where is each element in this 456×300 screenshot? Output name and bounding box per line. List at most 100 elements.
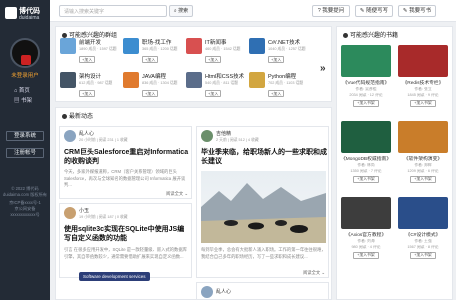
- book-title[interactable]: 《MongoDB权威指南》: [341, 155, 391, 162]
- group-item[interactable]: Html和CSS技术 540 成员 · 811 话题 +加入: [186, 72, 248, 104]
- read-more-link[interactable]: 阅读全文 ⌄: [303, 270, 325, 276]
- book-title[interactable]: 《Axios官方教程》: [341, 231, 391, 238]
- book-meta: 1845 阅读 · 9 评论: [407, 93, 439, 97]
- post-cover-image[interactable]: [201, 171, 326, 243]
- join-group-button[interactable]: +加入: [142, 90, 159, 97]
- book-meta: 980 阅读 · 4 评论: [351, 245, 381, 249]
- group-meta: 365 成员 · 1200 话题: [142, 47, 178, 51]
- feed-panel-title: 最新动态: [62, 111, 93, 120]
- join-group-button[interactable]: +加入: [205, 90, 222, 97]
- post-title[interactable]: 使用sqlite3c实现在SQLite中使用JS编写自定义函数的功能: [64, 225, 190, 243]
- sidebar-item-home[interactable]: ⌂ 首页: [14, 86, 30, 94]
- search-input[interactable]: 请输入搜索关键字: [59, 5, 167, 17]
- author-name[interactable]: 吉他精: [216, 130, 231, 137]
- join-group-button[interactable]: +加入: [205, 56, 222, 63]
- footer-police[interactable]: 京公网安备 xxxxxxxxxxxx号: [2, 206, 48, 218]
- write-post-button[interactable]: ✎ 随便写写: [355, 5, 393, 17]
- group-name[interactable]: 架构设计: [79, 72, 101, 80]
- tooltip: Software development services: [79, 272, 150, 281]
- group-name[interactable]: 前端开发: [79, 38, 101, 46]
- book-title[interactable]: 《C#设计模式》: [398, 231, 448, 238]
- site-logo[interactable]: 博代码 duidaima: [5, 6, 47, 22]
- avatar[interactable]: [64, 207, 76, 219]
- sidebar-item-bookshelf[interactable]: ▤ 书架: [14, 96, 32, 104]
- groups-icon: [62, 32, 67, 38]
- feed-card[interactable]: 小玉 19 小时前 | 阅读 187 | 0 收藏 使用sqlite3c实现在S…: [59, 203, 192, 278]
- login-button[interactable]: 登录系统: [6, 131, 44, 141]
- edit-icon: ✎: [359, 8, 365, 14]
- add-to-shelf-button[interactable]: +加入书架: [353, 252, 379, 259]
- book-title[interactable]: 《Redis技术专栏》: [398, 79, 448, 86]
- group-item[interactable]: Python编程 702 成员 · 1103 话题 +加入: [249, 72, 311, 104]
- post-meta: 19 小时前 | 阅读 187 | 0 收藏: [79, 215, 128, 219]
- book-meta: 1350 阅读 · 7 评论: [350, 169, 382, 173]
- more-groups-arrow-icon[interactable]: »: [320, 63, 326, 74]
- book-title[interactable]: 《软件架构演变》: [398, 155, 448, 162]
- join-group-button[interactable]: +加入: [268, 90, 285, 97]
- group-name[interactable]: IT新闻事: [205, 38, 226, 46]
- add-to-shelf-button[interactable]: +加入书架: [353, 100, 379, 107]
- join-group-button[interactable]: +加入: [79, 56, 96, 63]
- book-item[interactable]: 《Vue代码规范指南》 作者: 吴彦祖 2034 阅读 · 12 评论 +加入书架: [341, 45, 391, 107]
- book-item[interactable]: 《软件架构演变》 作者: 郑辉 1209 阅读 · 6 评论 +加入书架: [398, 121, 448, 183]
- post-title[interactable]: 毕业季来临，给职场新人的一些求职和成长建议: [201, 148, 327, 166]
- author-name[interactable]: 乱人心: [216, 288, 231, 295]
- add-to-shelf-button[interactable]: +加入书架: [353, 176, 379, 183]
- author-name[interactable]: 小玉: [79, 207, 89, 214]
- group-icon: [249, 72, 265, 88]
- book-cover[interactable]: [398, 45, 448, 77]
- book-item[interactable]: 《C#设计模式》 作者: 王强 1567 阅读 · 8 评论 +加入书架: [398, 197, 448, 259]
- group-name[interactable]: Html和CSS技术: [205, 72, 244, 80]
- avatar[interactable]: [64, 130, 76, 142]
- join-group-button[interactable]: +加入: [142, 56, 159, 63]
- book-title[interactable]: 《Vue代码规范指南》: [341, 79, 391, 86]
- read-more-link[interactable]: 阅读全文 ⌄: [166, 191, 188, 197]
- write-book-button[interactable]: ✎ 我要写书: [398, 5, 436, 17]
- ask-question-button[interactable]: ? 我要提问: [312, 5, 350, 17]
- group-name[interactable]: 职场-找工作: [142, 38, 171, 46]
- add-to-shelf-button[interactable]: +加入书架: [410, 252, 436, 259]
- group-item[interactable]: C#/.NET技术 1040 成员 · 1257 话题 +加入: [249, 38, 311, 70]
- group-icon: [123, 72, 139, 88]
- join-group-button[interactable]: +加入: [79, 90, 96, 97]
- book-cover[interactable]: [341, 45, 391, 77]
- add-to-shelf-button[interactable]: +加入书架: [410, 176, 436, 183]
- group-item[interactable]: 职场-找工作 365 成员 · 1200 话题 +加入: [123, 38, 185, 70]
- book-cover[interactable]: [341, 121, 391, 153]
- group-name[interactable]: Python编程: [268, 72, 296, 80]
- group-name[interactable]: JAVA编程: [142, 72, 166, 80]
- group-meta: 702 成员 · 1103 话题: [268, 81, 304, 85]
- question-icon: ?: [317, 8, 321, 14]
- search-button[interactable]: ⌕ 搜索: [169, 5, 193, 17]
- avatar[interactable]: [201, 286, 213, 298]
- group-item[interactable]: 前端开发 1890 成员 · 1597 话题 +加入: [60, 38, 122, 70]
- book-item[interactable]: 《MongoDB权威指南》 作者: 林尚 1350 阅读 · 7 评论 +加入书架: [341, 121, 391, 183]
- post-title[interactable]: CRM巨头Salesforce重启对Informatica的收购谈判: [64, 148, 190, 166]
- feed-card[interactable]: 乱人心 20 小时前 | 阅读 231 | 1 收藏 CRM巨头Salesfor…: [59, 126, 192, 199]
- group-item[interactable]: JAVA编程 836 成员 · 1304 话题 +加入: [123, 72, 185, 104]
- top-bar: 请输入搜索关键字 ⌕ 搜索 ? 我要提问 ✎ 随便写写 ✎ 我要写书: [50, 0, 456, 22]
- home-icon: ⌂: [14, 88, 18, 94]
- book-author: 作者: 张立: [414, 87, 432, 91]
- logo-subtext: duidaima: [19, 15, 40, 21]
- feed-card[interactable]: 乱人心: [196, 282, 329, 300]
- book-cover[interactable]: [341, 197, 391, 229]
- join-group-button[interactable]: +加入: [268, 56, 285, 63]
- group-item[interactable]: IT新闻事 460 成员 · 1542 话题 +加入: [186, 38, 248, 70]
- book-item[interactable]: 《Axios官方教程》 作者: 刘海 980 阅读 · 4 评论 +加入书架: [341, 197, 391, 259]
- group-item[interactable]: 架构设计 612 成员 · 987 话题 +加入: [60, 72, 122, 104]
- book-cover[interactable]: [398, 121, 448, 153]
- book-cover[interactable]: [398, 197, 448, 229]
- group-icon: [186, 38, 202, 54]
- register-button[interactable]: 注册帐号: [6, 148, 44, 158]
- avatar[interactable]: [201, 130, 213, 142]
- group-name[interactable]: C#/.NET技术: [268, 38, 300, 46]
- feed-card[interactable]: 吉他精 2 天前 | 阅读 512 | 4 收藏 毕业季来临，给职场新人的一些求…: [196, 126, 329, 278]
- group-icon: [186, 72, 202, 88]
- book-author: 作者: 王强: [414, 239, 432, 243]
- add-to-shelf-button[interactable]: +加入书架: [410, 100, 436, 107]
- avatar[interactable]: [10, 38, 40, 68]
- book-item[interactable]: 《Redis技术专栏》 作者: 张立 1845 阅读 · 9 评论 +加入书架: [398, 45, 448, 107]
- user-name[interactable]: 未登录用户: [0, 71, 50, 79]
- author-name[interactable]: 乱人心: [79, 130, 94, 137]
